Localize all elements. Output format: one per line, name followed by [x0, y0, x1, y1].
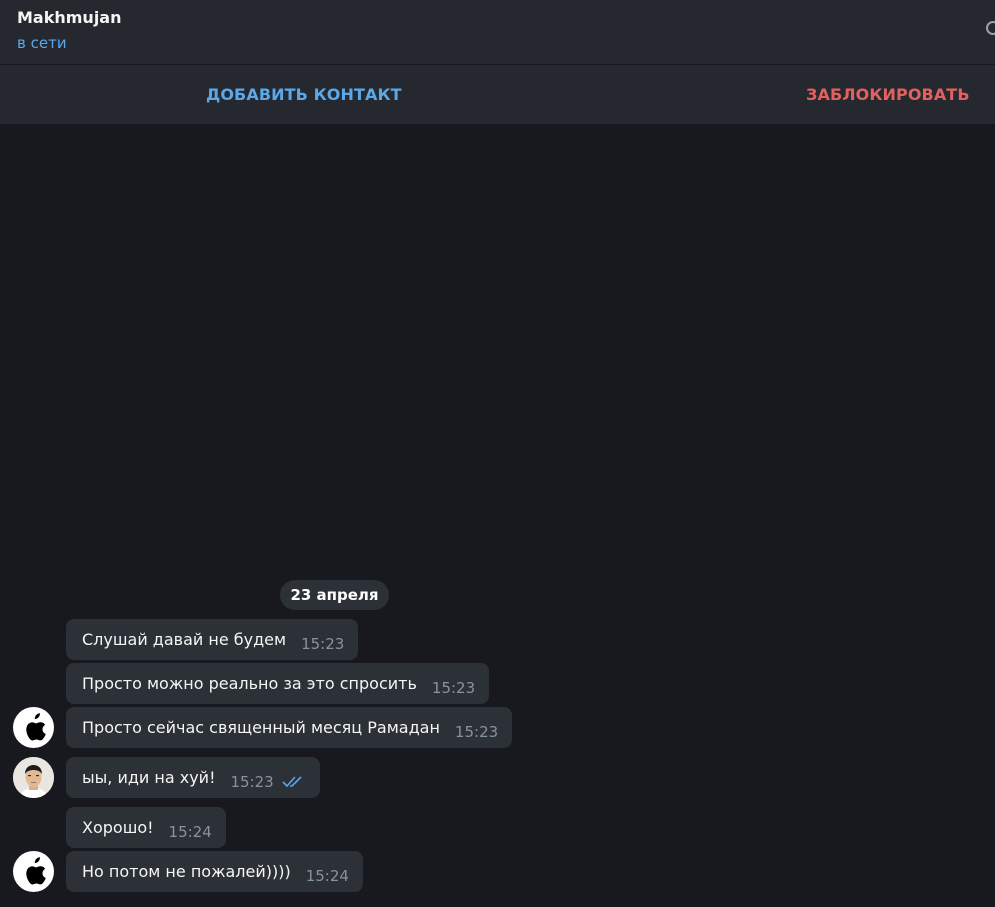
message-bubble[interactable]: Слушай давай не будем 15:23	[66, 619, 359, 660]
message-text: Просто сейчас священный месяц Рамадан	[82, 718, 440, 737]
contact-status: в сети	[17, 34, 67, 52]
contact-avatar[interactable]	[13, 851, 54, 892]
message-text: ыы, иди на хуй!	[82, 768, 216, 787]
double-check-icon	[282, 775, 302, 787]
message-bubble[interactable]: Хорошо! 15:24	[66, 807, 226, 848]
block-user-button[interactable]: ЗАБЛОКИРОВАТЬ	[806, 65, 970, 124]
message-text: Хорошо!	[82, 818, 154, 837]
apple-logo-icon	[26, 857, 46, 885]
message-text: Слушай давай не будем	[82, 630, 287, 649]
contact-avatar[interactable]	[13, 707, 54, 748]
message-bubble[interactable]: Но потом не пожалей)))) 15:24	[66, 851, 363, 892]
contact-action-bar: ДОБАВИТЬ КОНТАКТ ЗАБЛОКИРОВАТЬ	[0, 65, 995, 124]
contact-name[interactable]: Makhmujan	[17, 8, 121, 27]
chat-header[interactable]: Makhmujan в сети	[0, 0, 995, 64]
add-contact-button[interactable]: ДОБАВИТЬ КОНТАКТ	[206, 65, 402, 124]
search-icon[interactable]	[985, 20, 995, 40]
message-time: 15:23	[230, 772, 274, 791]
message-bubble[interactable]: Просто сейчас священный месяц Рамадан 15…	[66, 707, 513, 748]
date-separator: 23 апреля	[280, 580, 389, 610]
message-time: 15:23	[431, 678, 476, 697]
message-time: 15:24	[168, 822, 212, 841]
message-time: 15:23	[454, 722, 499, 741]
person-photo-icon	[13, 757, 54, 798]
message-time: 15:23	[301, 634, 345, 653]
message-bubble[interactable]: Просто можно реально за это спросить 15:…	[66, 663, 490, 704]
message-text: Но потом не пожалей))))	[82, 862, 291, 881]
message-time: 15:24	[305, 866, 349, 885]
message-bubble[interactable]: ыы, иди на хуй! 15:23	[66, 757, 320, 798]
apple-logo-icon	[26, 713, 46, 741]
message-text: Просто можно реально за это спросить	[82, 674, 417, 693]
user-avatar[interactable]	[13, 757, 54, 798]
